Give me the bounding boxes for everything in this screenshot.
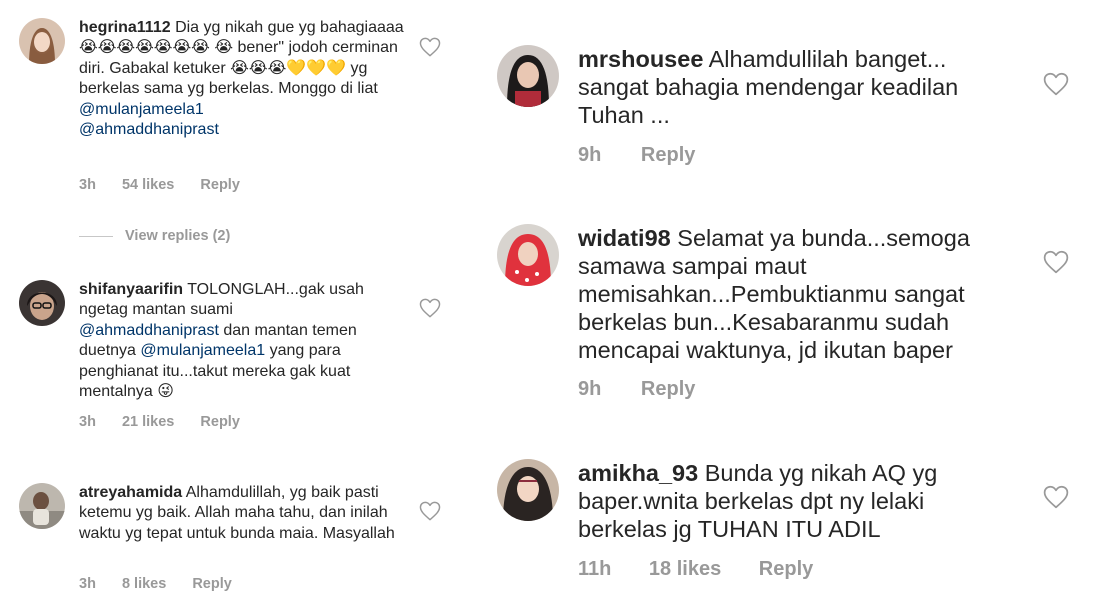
username[interactable]: amikha_93 [578,460,698,486]
avatar[interactable] [19,280,65,326]
username[interactable]: shifanyaarifin [79,281,183,298]
right-comment-panel: mrshousee Alhamdullilah banget... sangat… [470,0,1112,613]
timestamp: 3h [79,414,96,430]
heart-icon[interactable] [419,501,441,521]
likes-count[interactable]: 18 likes [649,558,721,581]
avatar[interactable] [497,459,559,521]
heart-icon[interactable] [1043,485,1069,509]
reply-button[interactable]: Reply [192,576,232,592]
reply-button[interactable]: Reply [759,558,813,581]
likes-count[interactable]: 21 likes [122,414,174,430]
mention-link[interactable]: @ahmaddhaniprast [79,121,219,138]
avatar[interactable] [19,18,65,64]
heart-icon[interactable] [419,37,441,57]
avatar[interactable] [497,45,559,107]
username[interactable]: mrshousee [578,46,703,72]
heart-icon[interactable] [1043,250,1069,274]
reply-button[interactable]: Reply [641,378,695,401]
timestamp: 11h [578,558,612,580]
avatar[interactable] [497,224,559,286]
reply-button[interactable]: Reply [200,177,240,193]
username[interactable]: widati98 [578,225,671,251]
username[interactable]: hegrina1112 [79,19,171,36]
reply-button[interactable]: Reply [641,144,695,167]
heart-icon[interactable] [1043,72,1069,96]
mention-link[interactable]: @ahmaddhaniprast [79,322,219,339]
view-replies-link[interactable]: View replies (2) [79,228,230,244]
avatar[interactable] [19,483,65,529]
mention-link[interactable]: @mulanjameela1 [140,342,265,359]
timestamp: 9h [578,144,602,166]
mention-link[interactable]: @mulanjameela1 [79,101,204,118]
heart-icon[interactable] [419,298,441,318]
left-comment-panel: hegrina1112 Dia yg nikah gue yg bahagiaa… [0,0,470,613]
timestamp: 9h [578,378,602,400]
view-replies-label: View replies (2) [125,228,231,244]
reply-button[interactable]: Reply [200,414,240,430]
timestamp: 3h [79,576,96,592]
likes-count[interactable]: 8 likes [122,576,166,592]
likes-count[interactable]: 54 likes [122,177,174,193]
timestamp: 3h [79,177,96,193]
divider [79,235,113,237]
username[interactable]: atreyahamida [79,484,182,501]
